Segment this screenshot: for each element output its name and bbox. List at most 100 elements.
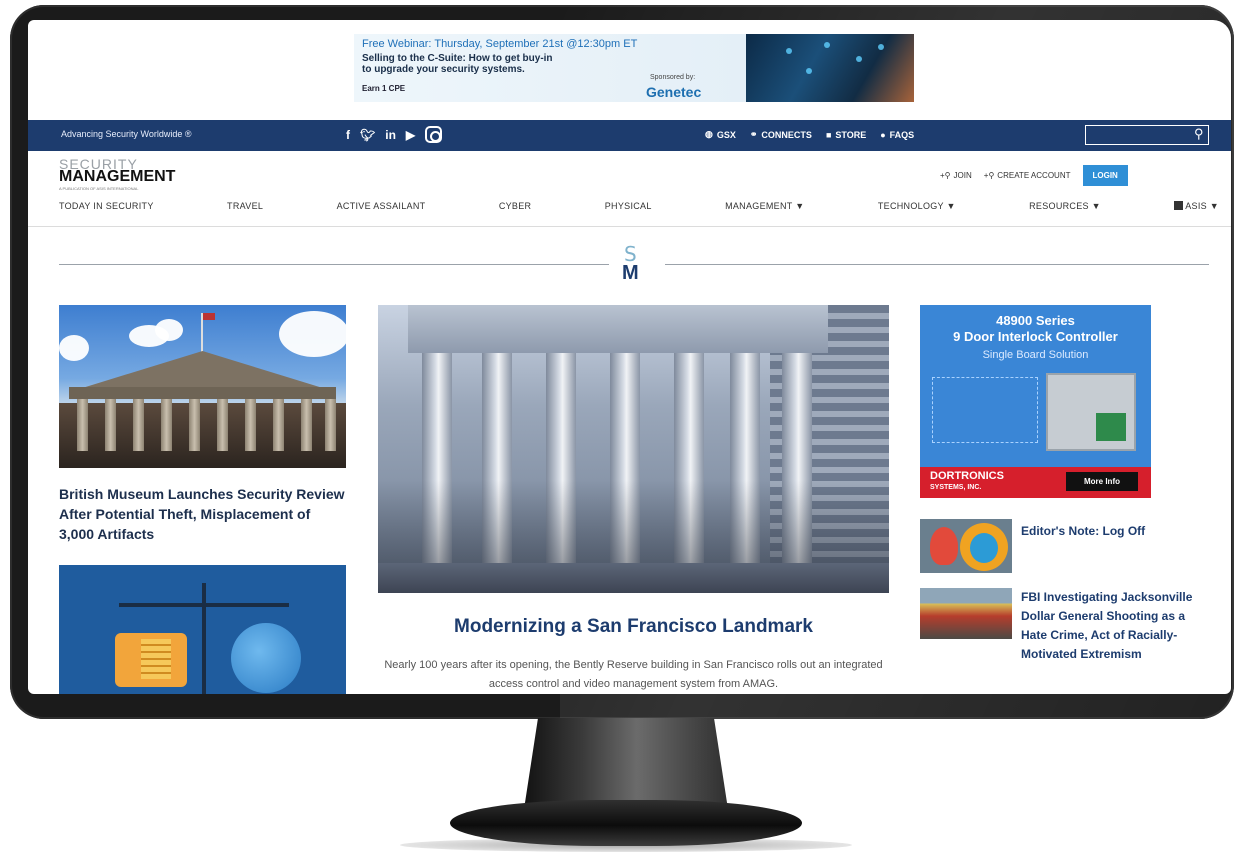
museum-column bbox=[105, 399, 116, 451]
twitter-icon[interactable]: 🐦︎ bbox=[360, 126, 375, 144]
nav-physical[interactable]: PHYSICAL bbox=[605, 201, 652, 211]
thumb-shape bbox=[970, 533, 998, 563]
scale-post bbox=[202, 583, 206, 694]
main-navigation: TODAY IN SECURITY TRAVEL ACTIVE ASSAILAN… bbox=[59, 201, 1219, 211]
create-account-link[interactable]: +⚲ CREATE ACCOUNT bbox=[984, 171, 1071, 180]
top-utility-bar: Advancing Security Worldwide ® f 🐦︎ in ▶… bbox=[28, 120, 1231, 151]
section-rule-left bbox=[59, 264, 609, 265]
building-steps bbox=[378, 563, 889, 593]
circuit-diagram bbox=[932, 377, 1038, 443]
museum-column bbox=[217, 399, 228, 451]
ad-product-title: 9 Door Interlock Controller bbox=[953, 329, 1118, 344]
building-entablature bbox=[408, 305, 828, 353]
cart-icon: ■ bbox=[825, 129, 832, 140]
nav-asis[interactable]: ASIS ▼ bbox=[1174, 201, 1219, 211]
hero-summary: Nearly 100 years after its opening, the … bbox=[384, 659, 883, 690]
social-links: f 🐦︎ in ▶ bbox=[346, 126, 443, 144]
logo-management[interactable]: MANAGEMENT bbox=[59, 168, 175, 186]
nav-management[interactable]: MANAGEMENT ▼ bbox=[725, 201, 804, 211]
store-link[interactable]: ■ STORE bbox=[826, 129, 866, 140]
british-museum-image[interactable] bbox=[59, 305, 346, 468]
faqs-label: FAQS bbox=[889, 129, 915, 140]
bently-reserve-image[interactable] bbox=[378, 305, 889, 593]
museum-column bbox=[245, 399, 256, 451]
instagram-icon[interactable] bbox=[425, 126, 443, 143]
webinar-ad-banner[interactable]: Free Webinar: Thursday, September 21st @… bbox=[354, 34, 914, 102]
section-rule-right bbox=[665, 264, 1209, 265]
gsx-link[interactable]: ◍ GSX bbox=[705, 129, 736, 140]
store-label: STORE bbox=[835, 129, 867, 140]
more-info-button[interactable]: More Info bbox=[1066, 472, 1138, 491]
museum-column bbox=[77, 399, 88, 451]
ad-sponsored-by: Sponsored by: bbox=[650, 74, 696, 81]
dortronics-ad[interactable]: 48900 Series 9 Door Interlock Controller… bbox=[920, 305, 1151, 498]
faqs-link[interactable]: ● FAQS bbox=[880, 129, 914, 140]
museum-pediment bbox=[79, 351, 326, 389]
cloud bbox=[279, 311, 346, 357]
ad-headline: Free Webinar: Thursday, September 21st @… bbox=[362, 38, 638, 50]
asis-label: ASIS ▼ bbox=[1185, 201, 1219, 211]
facebook-icon[interactable]: f bbox=[346, 126, 350, 144]
hero-headline[interactable]: Modernizing a San Francisco Landmark bbox=[378, 616, 889, 638]
circuit-chip bbox=[1096, 413, 1126, 441]
british-museum-headline[interactable]: British Museum Launches Security Review … bbox=[59, 484, 349, 544]
museum-column bbox=[133, 399, 144, 451]
people-icon: ⚭ bbox=[749, 129, 758, 139]
ad-series: 48900 Series bbox=[996, 313, 1075, 328]
sm-monogram-m: M bbox=[622, 262, 639, 284]
ad-photo bbox=[746, 34, 914, 102]
monitor-stand-base bbox=[450, 800, 802, 846]
brand-name: DORTRONICS bbox=[930, 470, 1004, 482]
nav-technology[interactable]: TECHNOLOGY ▼ bbox=[878, 201, 956, 211]
scales-illustration-image[interactable] bbox=[59, 565, 346, 694]
scale-pan-right bbox=[231, 623, 301, 693]
cloud bbox=[59, 335, 89, 361]
light-dot bbox=[878, 44, 884, 50]
thumb-shape bbox=[930, 527, 958, 565]
nav-active-assailant[interactable]: ACTIVE ASSAILANT bbox=[337, 201, 426, 211]
museum-column bbox=[189, 399, 200, 451]
editors-note-thumbnail[interactable] bbox=[920, 519, 1012, 573]
search-icon[interactable]: ⚲ bbox=[1194, 126, 1204, 142]
scale-beam bbox=[119, 603, 289, 607]
website-screen: Free Webinar: Thursday, September 21st @… bbox=[28, 20, 1231, 694]
fbi-story-thumbnail[interactable] bbox=[920, 588, 1012, 639]
cloud bbox=[155, 319, 183, 341]
ad-line-2: to upgrade your security systems. bbox=[362, 64, 525, 75]
light-dot bbox=[786, 48, 792, 54]
light-dot bbox=[856, 56, 862, 62]
museum-column bbox=[161, 399, 172, 451]
flagpole bbox=[201, 313, 215, 353]
ad-earn-cpe: Earn 1 CPE bbox=[362, 84, 406, 93]
join-link[interactable]: +⚲ JOIN bbox=[940, 171, 972, 180]
monitor-stand-neck bbox=[524, 718, 728, 804]
add-user-icon: +⚲ bbox=[940, 171, 951, 180]
nav-today-in-security[interactable]: TODAY IN SECURITY bbox=[59, 201, 154, 211]
nav-resources[interactable]: RESOURCES ▼ bbox=[1029, 201, 1101, 211]
help-icon: ● bbox=[880, 129, 886, 140]
account-links: +⚲ JOIN +⚲ CREATE ACCOUNT LOGIN bbox=[940, 165, 1128, 186]
nav-travel[interactable]: TRAVEL bbox=[227, 201, 263, 211]
asis-logo-icon bbox=[1174, 201, 1184, 210]
gsx-label: GSX bbox=[716, 129, 736, 140]
login-button[interactable]: LOGIN bbox=[1082, 165, 1128, 186]
dortronics-logo: DORTRONICS SYSTEMS, INC. bbox=[930, 471, 1004, 493]
add-user-icon: +⚲ bbox=[983, 171, 995, 180]
youtube-icon[interactable]: ▶ bbox=[406, 126, 415, 144]
connects-label: CONNECTS bbox=[761, 129, 812, 140]
site-tagline: Advancing Security Worldwide ® bbox=[61, 129, 192, 139]
connects-link[interactable]: ⚭ CONNECTS bbox=[750, 129, 812, 140]
globe-icon: ◍ bbox=[705, 129, 713, 139]
museum-entablature bbox=[69, 387, 336, 399]
search-input[interactable] bbox=[1085, 125, 1209, 145]
linkedin-icon[interactable]: in bbox=[385, 126, 396, 144]
museum-column bbox=[325, 399, 336, 451]
editors-note-headline[interactable]: Editor's Note: Log Off bbox=[1021, 522, 1211, 540]
join-label: JOIN bbox=[953, 171, 972, 180]
fbi-story-headline[interactable]: FBI Investigating Jacksonville Dollar Ge… bbox=[1021, 588, 1211, 664]
sponsor-logo: Genetec bbox=[646, 84, 702, 100]
ad-product-subtitle: Single Board Solution bbox=[982, 349, 1089, 361]
monitor-mockup: Free Webinar: Thursday, September 21st @… bbox=[0, 0, 1234, 854]
create-account-label: CREATE ACCOUNT bbox=[997, 171, 1071, 180]
nav-cyber[interactable]: CYBER bbox=[499, 201, 532, 211]
